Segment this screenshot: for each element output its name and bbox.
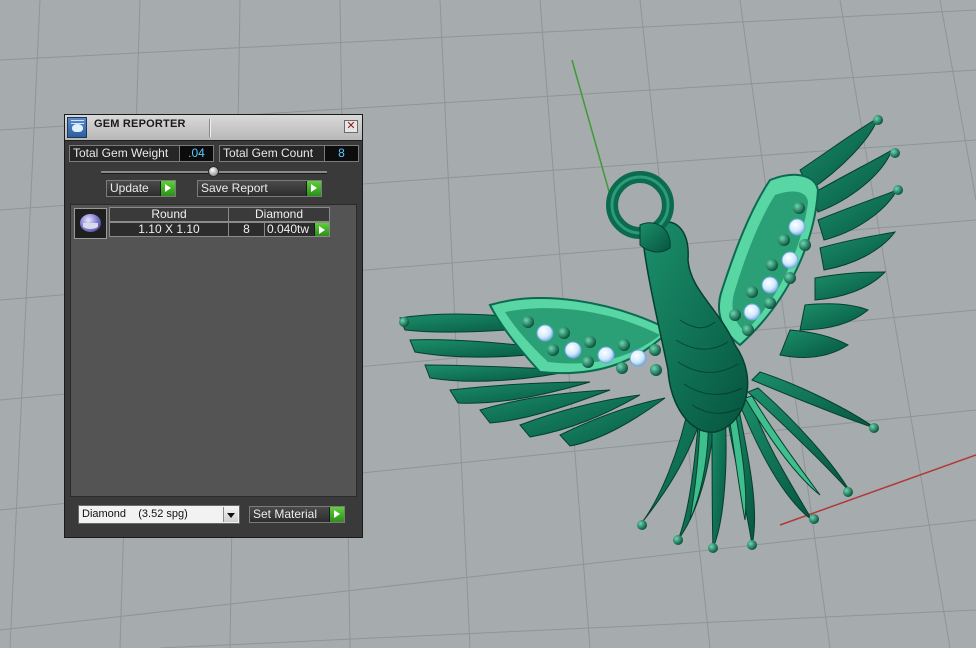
title-bar[interactable]: GEM REPORTER ✕ <box>65 115 362 141</box>
close-icon[interactable]: ✕ <box>344 120 358 133</box>
phoenix-pendant-model[interactable] <box>399 115 903 553</box>
column-header-shape: Round <box>109 207 229 222</box>
save-report-button-label: Save Report <box>201 181 268 195</box>
play-arrow-icon <box>306 181 321 196</box>
gem-list[interactable]: Round Diamond 1.10 X 1.10 8 0.040tw <box>70 204 357 497</box>
material-select-value: Diamond (3.52 spg) <box>82 508 188 520</box>
play-arrow-icon <box>329 507 344 522</box>
gem-weight-value: 0.040tw <box>267 222 310 236</box>
y-axis-line <box>571 59 611 196</box>
total-gem-weight-value: .04 <box>179 145 214 162</box>
gem-reporter-app-icon <box>67 117 87 138</box>
gem-size-cell: 1.10 X 1.10 <box>109 222 229 237</box>
material-select[interactable]: Diamond (3.52 spg) <box>78 505 240 524</box>
column-header-material: Diamond <box>228 207 330 222</box>
title-divider <box>209 119 211 137</box>
dropdown-arrow-icon[interactable] <box>223 507 238 522</box>
set-material-button[interactable]: Set Material <box>249 506 345 523</box>
update-button[interactable]: Update <box>106 180 176 197</box>
gem-count-cell: 8 <box>228 222 265 237</box>
update-button-label: Update <box>110 181 149 195</box>
set-material-button-label: Set Material <box>253 507 318 521</box>
total-gem-count-value: 8 <box>324 145 359 162</box>
gem-reporter-panel: GEM REPORTER ✕ Total Gem Weight .04 Tota… <box>64 114 363 538</box>
slider-knob[interactable] <box>208 166 219 177</box>
play-arrow-icon[interactable] <box>314 223 329 236</box>
gem-thumbnail-icon[interactable] <box>74 208 107 239</box>
save-report-button[interactable]: Save Report <box>197 180 322 197</box>
play-arrow-icon <box>160 181 175 196</box>
panel-title: GEM REPORTER <box>94 118 186 130</box>
gem-weight-cell[interactable]: 0.040tw <box>264 222 330 237</box>
